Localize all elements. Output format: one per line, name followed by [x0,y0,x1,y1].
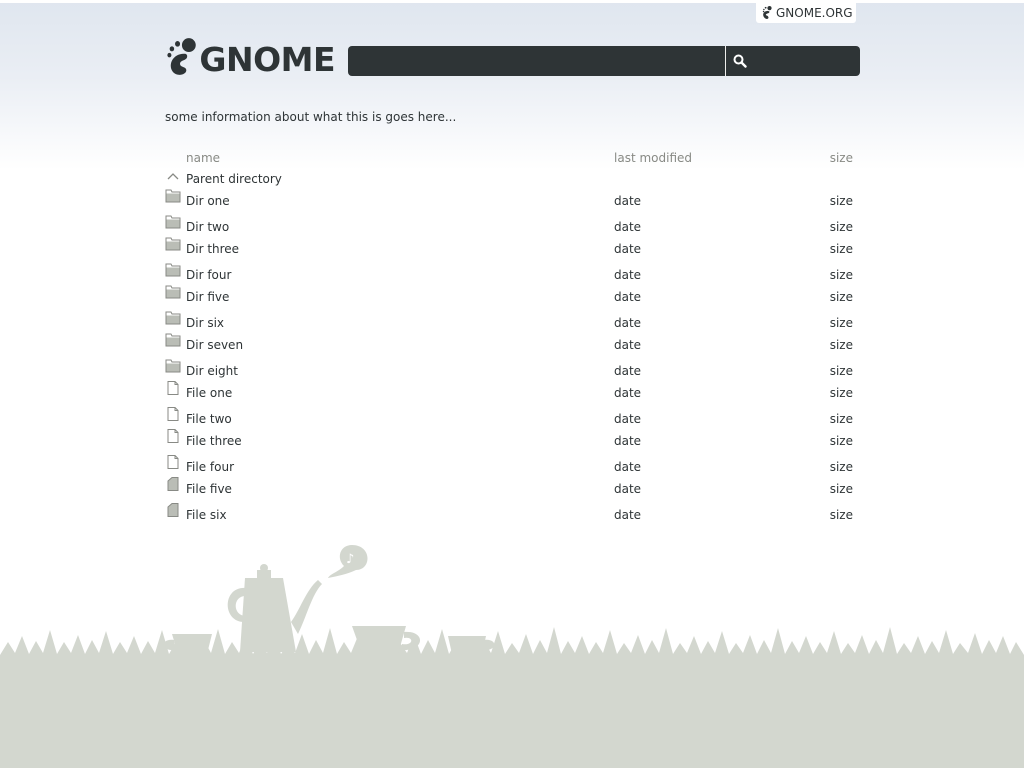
file-icon [167,429,179,443]
file-icon [167,407,179,421]
teapot-illustration [227,564,322,652]
list-item[interactable]: Dir five date size [165,285,865,305]
grass-ground [0,627,1024,768]
entry-date: date [614,194,642,208]
entry-name-link[interactable]: Dir two [186,219,229,235]
list-item[interactable]: Dir eight date size [165,359,865,379]
entry-name-link[interactable]: Dir seven [186,337,243,353]
search-button[interactable] [726,46,860,76]
entry-size: size [829,386,853,400]
entry-date: date [614,364,642,378]
gnome-foot-logo-icon [167,38,196,75]
file-icon [167,381,179,395]
folder-icon [165,359,181,373]
list-item[interactable]: Dir three date size [165,237,865,257]
file-icon [167,455,179,469]
entry-date: date [614,482,642,496]
list-item[interactable]: File five date size [165,477,865,497]
entry-date: date [614,268,642,282]
entry-size: size [829,220,853,234]
list-item[interactable]: Dir seven date size [165,333,865,353]
footer-illustration: ♪ [0,545,1024,768]
search-input[interactable] [348,46,730,76]
entry-name-link[interactable]: File five [186,481,232,497]
entry-date: date [614,338,642,352]
folder-icon [165,333,181,347]
entry-date: date [614,316,642,330]
list-item[interactable]: Dir four date size [165,263,865,283]
entry-name-link[interactable]: File three [186,433,242,449]
entry-size: size [829,290,853,304]
header-background [0,0,1024,170]
folder-icon [165,263,181,277]
entry-name-link[interactable]: File one [186,385,232,401]
list-item[interactable]: File three date size [165,429,865,449]
info-text: some information about what this is goes… [165,110,457,124]
listing-header: name last modified size [165,150,865,166]
gnome-wordmark: GNOME [199,39,335,79]
gnome-org-link[interactable]: GNOME.ORG [756,3,856,23]
entry-size: size [829,364,853,378]
list-item[interactable]: Dir one date size [165,189,865,209]
gnome-foot-icon [762,6,772,19]
gnome-logo[interactable]: GNOME [165,26,335,88]
search-bar [348,46,860,76]
list-item[interactable]: Dir two date size [165,215,865,235]
folder-icon [165,311,181,325]
entry-date: date [614,508,642,522]
entry-date: date [614,412,642,426]
file-filled-icon [167,477,179,491]
list-item[interactable]: File two date size [165,407,865,427]
entry-name-link[interactable]: Dir six [186,315,224,331]
search-icon [733,54,747,68]
entry-date: date [614,434,642,448]
parent-directory-row[interactable]: Parent directory [165,171,865,187]
entry-name-link[interactable]: Dir five [186,289,229,305]
entry-size: size [829,412,853,426]
column-modified-header[interactable]: last modified [614,150,692,166]
chevron-up-icon [167,173,179,180]
entry-name-link[interactable]: File four [186,459,234,475]
entry-name-link[interactable]: File six [186,507,227,523]
folder-icon [165,285,181,299]
music-bubble-illustration: ♪ [328,545,368,578]
folder-icon [165,237,181,251]
entry-size: size [829,482,853,496]
entry-date: date [614,460,642,474]
list-item[interactable]: File six date size [165,503,865,523]
list-item[interactable]: Dir six date size [165,311,865,331]
entry-size: size [829,316,853,330]
entry-size: size [829,434,853,448]
entry-size: size [829,508,853,522]
folder-icon [165,215,181,229]
file-filled-icon [167,503,179,517]
top-strip [0,0,1024,3]
entry-date: date [614,386,642,400]
column-size-header[interactable]: size [830,150,853,166]
entry-date: date [614,290,642,304]
entry-name-link[interactable]: File two [186,411,232,427]
list-item[interactable]: File four date size [165,455,865,475]
list-item[interactable]: File one date size [165,381,865,401]
entry-size: size [829,194,853,208]
entry-size: size [829,242,853,256]
svg-text:♪: ♪ [346,552,354,567]
parent-directory-link[interactable]: Parent directory [186,171,282,187]
entry-name-link[interactable]: Dir eight [186,363,238,379]
entry-name-link[interactable]: Dir one [186,193,230,209]
entry-date: date [614,242,642,256]
entry-size: size [829,460,853,474]
folder-icon [165,189,181,203]
gnome-org-label: GNOME.ORG [776,6,853,20]
entry-size: size [829,338,853,352]
column-name-header[interactable]: name [186,150,220,166]
entry-name-link[interactable]: Dir three [186,241,239,257]
entry-date: date [614,220,642,234]
entry-size: size [829,268,853,282]
entry-name-link[interactable]: Dir four [186,267,231,283]
